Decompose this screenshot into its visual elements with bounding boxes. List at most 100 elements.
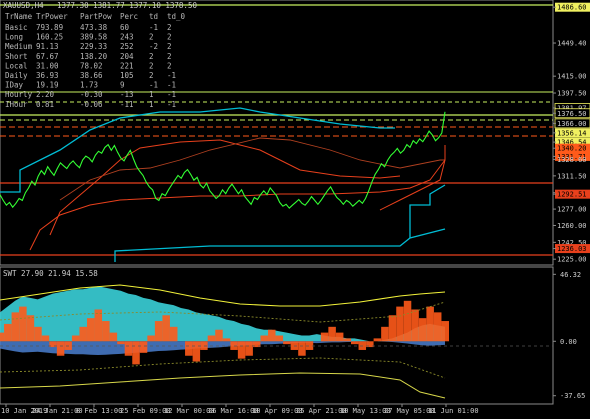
table-cell: 138.20 — [80, 52, 108, 61]
table-cell: Medium — [5, 42, 33, 51]
chart-canvas: XAUUSD,H4 1377.30 1381.77 1377.10 1378.5… — [0, 0, 590, 415]
oscillator-bar — [71, 335, 80, 342]
oscillator-bar — [343, 338, 351, 342]
price-label: 1356.14 — [557, 129, 587, 137]
table-cell: 160.25 — [36, 33, 63, 42]
oscillator-bar — [192, 341, 201, 362]
time-label: 25 Feb 09:00 — [120, 407, 171, 415]
table-cell: 2 — [167, 61, 172, 70]
table-cell: 2 — [149, 52, 154, 61]
table-cell: 1 — [149, 100, 154, 109]
time-label: 27 May 05:00 — [384, 407, 435, 415]
oscillator-bar — [19, 306, 27, 342]
table-cell: 60 — [120, 23, 130, 32]
oscillator-bar — [207, 335, 216, 342]
table-cell: Short — [5, 52, 28, 61]
time-label: 26 Mar 16:00 — [208, 407, 259, 415]
table-cell: -1 — [167, 71, 176, 80]
oscillator-bar — [237, 341, 246, 359]
indicator-label: SWT 27.90 21.94 15.58 — [3, 269, 98, 278]
oscillator-bar — [320, 332, 329, 342]
table-cell: 78.02 — [80, 61, 103, 70]
table-cell: 2 — [149, 71, 154, 80]
oscillator-bar — [388, 315, 397, 342]
oscillator-bar — [381, 326, 389, 342]
time-label: 10 Apr 09:00 — [252, 407, 303, 415]
table-cell: -1 — [149, 23, 158, 32]
oscillator-bar — [245, 341, 253, 356]
oscillator-bar — [260, 335, 268, 342]
table-cell: 2 — [167, 23, 172, 32]
table-cell: 389.58 — [80, 33, 108, 42]
table-cell: 38.66 — [80, 71, 103, 80]
price-label: 1236.03 — [557, 245, 587, 253]
table-cell: 105 — [120, 71, 134, 80]
table-cell: 243 — [120, 33, 134, 42]
oscillator-bar — [0, 332, 4, 342]
oscillator-bar — [268, 329, 276, 342]
indicator-axis-label: 0.00 — [560, 338, 577, 346]
price-axis: 1486.601449.401415.001397.501381.971376.… — [553, 2, 590, 264]
chart-symbol: XAUUSD,H4 — [3, 1, 44, 10]
oscillator-bar — [154, 321, 163, 342]
table-cell: 1 — [149, 90, 154, 99]
oscillator-bar — [41, 335, 50, 342]
table-cell: Local — [5, 61, 28, 70]
oscillator-bar — [139, 341, 148, 353]
oscillator-bar — [34, 326, 42, 342]
table-cell: 2 — [167, 52, 172, 61]
oscillator-bar — [185, 341, 193, 356]
oscillator-bar — [147, 335, 155, 342]
oscillator-bar — [109, 332, 118, 342]
oscillator-bar — [328, 326, 336, 342]
table-cell: 91.13 — [36, 42, 59, 51]
table-cell: 221 — [120, 61, 134, 70]
table-header: td_0 — [167, 12, 186, 21]
table-cell: IDay — [5, 81, 24, 90]
table-cell: -0.06 — [80, 100, 103, 109]
table-cell: -13 — [120, 90, 134, 99]
table-cell: 2 — [167, 42, 172, 51]
table-cell: Long — [5, 33, 23, 42]
indicator-axis: 46.32 0.00 -37.65 — [553, 271, 585, 400]
table-cell: -1 — [149, 81, 158, 90]
oscillator-bar — [117, 341, 125, 345]
table-cell: 473.38 — [80, 23, 108, 32]
table-cell: 204 — [120, 52, 134, 61]
oscillator-bar — [56, 341, 65, 356]
table-cell: -0.30 — [80, 90, 103, 99]
table-cell: 252 — [120, 42, 134, 51]
table-cell: Basic — [5, 23, 28, 32]
table-cell: 2.20 — [36, 90, 55, 99]
oscillator-bar — [215, 329, 223, 342]
oscillator-bar — [426, 306, 434, 342]
table-cell: -1 — [167, 81, 176, 90]
table-cell: 793.89 — [36, 23, 63, 32]
table-cell: -2 — [149, 42, 158, 51]
oscillator-bar — [124, 341, 133, 356]
price-label: 1449.40 — [557, 40, 587, 48]
oscillator-bar — [335, 332, 344, 342]
price-label: 1415.00 — [557, 73, 587, 81]
table-header: TrPower — [36, 12, 68, 21]
price-label: 1366.00 — [557, 120, 587, 128]
oscillator-bar — [222, 338, 231, 342]
oscillator-bar — [418, 318, 427, 342]
oscillator-bar — [4, 323, 12, 342]
table-cell: 2 — [149, 61, 154, 70]
time-axis: 10 Jan 201924 Jan 21:008 Feb 13:0025 Feb… — [1, 404, 479, 415]
oscillator-bar — [298, 341, 306, 356]
table-cell: 36.93 — [36, 71, 59, 80]
table-cell: 2 — [149, 33, 154, 42]
oscillator-bar — [87, 318, 95, 342]
oscillator-bar — [403, 300, 412, 342]
table-cell: IHour — [5, 100, 28, 109]
oscillator-bar — [26, 315, 35, 342]
time-label: 12 Mar 00:00 — [164, 407, 215, 415]
oscillator-bar — [102, 321, 110, 342]
oscillator-bar — [169, 326, 178, 342]
chart-ohlc: 1377.30 1381.77 1377.10 1378.50 — [57, 1, 197, 10]
oscillator-bar — [441, 321, 449, 342]
price-label: 1225.00 — [557, 256, 587, 264]
price-label: 1260.00 — [557, 222, 587, 230]
